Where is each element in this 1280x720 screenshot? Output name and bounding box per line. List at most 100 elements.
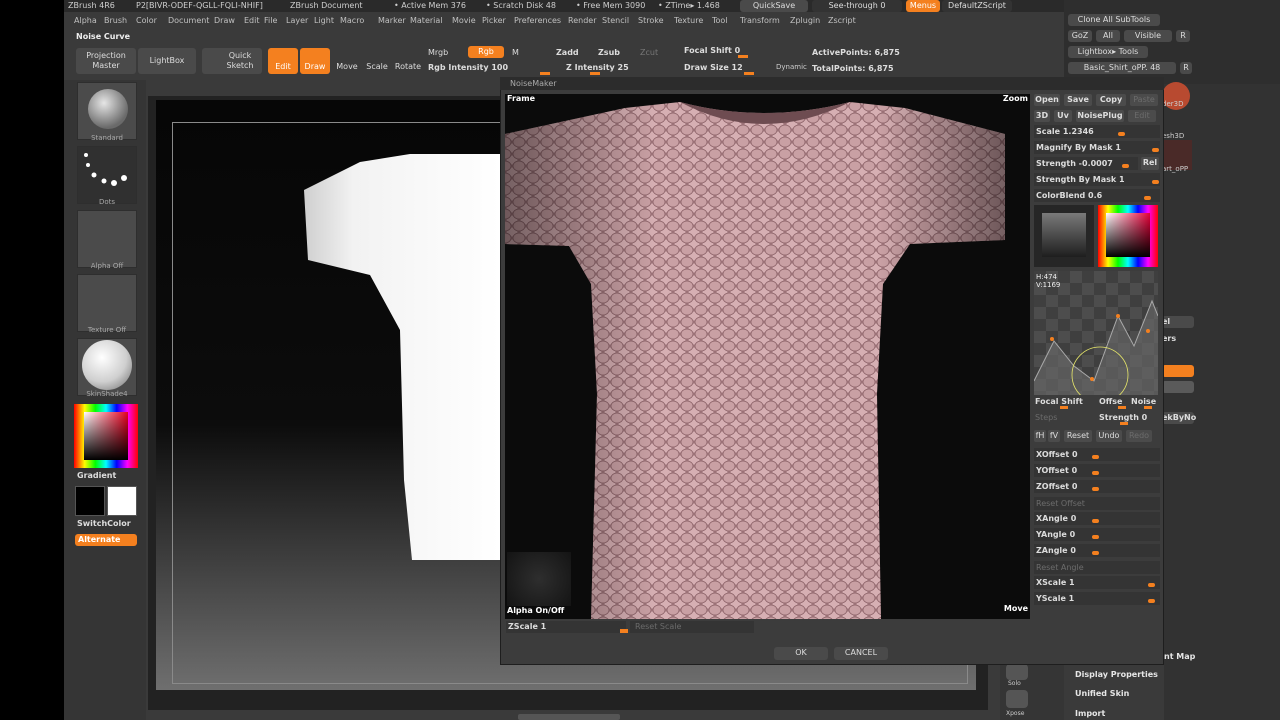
menu-draw[interactable]: Draw <box>214 16 235 25</box>
move-button[interactable]: Move <box>334 48 360 74</box>
color-b-square[interactable] <box>1106 213 1150 257</box>
color-a-picker[interactable] <box>1034 205 1094 267</box>
noise-curve-thumb[interactable] <box>1144 406 1152 409</box>
menu-document[interactable]: Document <box>168 16 209 25</box>
menu-zplugin[interactable]: Zplugin <box>790 16 820 25</box>
switchcolor-button[interactable]: SwitchColor <box>77 519 131 528</box>
redo-button[interactable]: Redo <box>1126 430 1152 442</box>
noise-preview[interactable]: Frame Zoom Alpha On/Off Move <box>505 94 1030 619</box>
yangle-thumb[interactable] <box>1092 535 1099 539</box>
magnify-thumb[interactable] <box>1152 148 1159 152</box>
rel-button[interactable]: Rel <box>1141 157 1159 170</box>
zscale-slider[interactable]: ZScale 1 <box>506 621 628 633</box>
magnify-by-mask-slider[interactable]: Magnify By Mask 1 <box>1034 141 1160 154</box>
texture-thumbnail[interactable] <box>77 274 137 332</box>
alpha-thumbnail[interactable] <box>77 210 137 268</box>
xoffset-thumb[interactable] <box>1092 455 1099 459</box>
reset-angle-button[interactable]: Reset Angle <box>1034 561 1160 574</box>
import-item[interactable]: Import <box>1075 709 1105 718</box>
menu-texture[interactable]: Texture <box>674 16 703 25</box>
nt-map-item[interactable]: nt Map <box>1164 652 1195 661</box>
xpose-icon[interactable] <box>1006 690 1028 708</box>
z-intensity-slider[interactable]: Z Intensity 25 <box>566 63 629 72</box>
offset-curve[interactable]: Offse <box>1099 397 1122 406</box>
quick-sketch-button[interactable]: Quick Sketch <box>202 48 262 74</box>
rp-ers-button[interactable]: ers <box>1162 334 1176 343</box>
menu-marker[interactable]: Marker <box>378 16 406 25</box>
current-tool-slot[interactable]: Basic_Shirt_oPP. 48 <box>1068 62 1176 74</box>
xscale-slider[interactable]: XScale 1 <box>1034 576 1160 589</box>
noisemaker-titlebar[interactable]: NoiseMaker <box>500 77 1164 90</box>
all-button[interactable]: All <box>1096 30 1120 42</box>
yscale-slider[interactable]: YScale 1 <box>1034 592 1160 605</box>
color-picker[interactable] <box>74 404 138 468</box>
menu-edit[interactable]: Edit <box>244 16 260 25</box>
open-button[interactable]: Open <box>1034 94 1060 106</box>
strength-by-mask-thumb[interactable] <box>1152 180 1159 184</box>
menu-brush[interactable]: Brush <box>104 16 127 25</box>
scale-button[interactable]: Scale <box>364 48 390 74</box>
curve-strength-thumb[interactable] <box>1120 422 1128 425</box>
zcut-button[interactable]: Zcut <box>640 48 658 57</box>
menus-button[interactable]: Menus <box>906 0 940 12</box>
edit-button[interactable]: Edit <box>268 48 298 74</box>
brush-thumbnail[interactable] <box>77 82 137 140</box>
strength-by-mask-slider[interactable]: Strength By Mask 1 <box>1034 173 1160 186</box>
menu-alpha[interactable]: Alpha <box>74 16 97 25</box>
yscale-thumb[interactable] <box>1148 599 1155 603</box>
yoffset-slider[interactable]: YOffset 0 <box>1034 464 1160 477</box>
yangle-slider[interactable]: YAngle 0 <box>1034 528 1160 541</box>
m-button[interactable]: M <box>512 48 519 57</box>
white-shirt-model[interactable] <box>300 150 500 570</box>
focal-shift-curve[interactable]: Focal Shift <box>1035 397 1083 406</box>
rotate-button[interactable]: Rotate <box>394 48 422 74</box>
rp-orange-button[interactable] <box>1162 365 1194 377</box>
display-properties-item[interactable]: Display Properties <box>1075 670 1158 679</box>
zoffset-thumb[interactable] <box>1092 487 1099 491</box>
zangle-thumb[interactable] <box>1092 551 1099 555</box>
rgb-intensity-slider[interactable]: Rgb Intensity 100 <box>428 63 508 72</box>
draw-button[interactable]: Draw <box>300 48 330 74</box>
reset-offset-button[interactable]: Reset Offset <box>1034 497 1160 510</box>
bottom-shelf-tab[interactable] <box>518 714 620 720</box>
clone-all-subtools-button[interactable]: Clone All SubTools <box>1068 14 1160 26</box>
zadd-button[interactable]: Zadd <box>556 48 579 57</box>
dynamic-toggle[interactable]: Dynamic <box>776 63 807 71</box>
menu-light[interactable]: Light <box>314 16 334 25</box>
rgb-intensity-thumb[interactable] <box>540 72 550 75</box>
strength-thumb[interactable] <box>1122 164 1129 168</box>
visible-button[interactable]: Visible <box>1124 30 1172 42</box>
lightbox-button[interactable]: LightBox <box>138 48 196 74</box>
noise-curve[interactable]: Noise <box>1131 397 1156 406</box>
stroke-thumbnail[interactable] <box>77 146 137 204</box>
rp-slider[interactable] <box>1162 381 1194 393</box>
menu-tool[interactable]: Tool <box>712 16 728 25</box>
gradient-label[interactable]: Gradient <box>77 471 116 480</box>
edit-noise-button[interactable]: Edit <box>1128 110 1156 122</box>
frame-button[interactable]: Frame <box>507 94 535 103</box>
menu-color[interactable]: Color <box>136 16 157 25</box>
undo-button[interactable]: Undo <box>1096 430 1122 442</box>
color-picker-square[interactable] <box>84 412 128 460</box>
rgb-button[interactable]: Rgb <box>468 46 504 58</box>
fv-button[interactable]: fV <box>1048 430 1060 442</box>
zoom-button[interactable]: Zoom <box>1003 94 1028 103</box>
menu-stencil[interactable]: Stencil <box>602 16 629 25</box>
menu-material[interactable]: Material <box>410 16 443 25</box>
menu-transform[interactable]: Transform <box>740 16 780 25</box>
menu-render[interactable]: Render <box>568 16 596 25</box>
z-intensity-thumb[interactable] <box>590 72 600 75</box>
zsub-button[interactable]: Zsub <box>598 48 620 57</box>
scale-slider[interactable]: Scale 1.2346 <box>1034 125 1160 138</box>
alpha-onoff-button[interactable]: Alpha On/Off <box>507 606 564 615</box>
reset-curve-button[interactable]: Reset <box>1064 430 1092 442</box>
material-thumbnail[interactable] <box>77 338 137 396</box>
xangle-slider[interactable]: XAngle 0 <box>1034 512 1160 525</box>
zangle-slider[interactable]: ZAngle 0 <box>1034 544 1160 557</box>
r-button[interactable]: R <box>1176 30 1190 42</box>
fh-button[interactable]: fH <box>1034 430 1046 442</box>
color-a-square[interactable] <box>1042 213 1086 257</box>
zoffset-slider[interactable]: ZOffset 0 <box>1034 480 1160 493</box>
menu-preferences[interactable]: Preferences <box>514 16 561 25</box>
main-color-swatch[interactable] <box>107 486 137 516</box>
